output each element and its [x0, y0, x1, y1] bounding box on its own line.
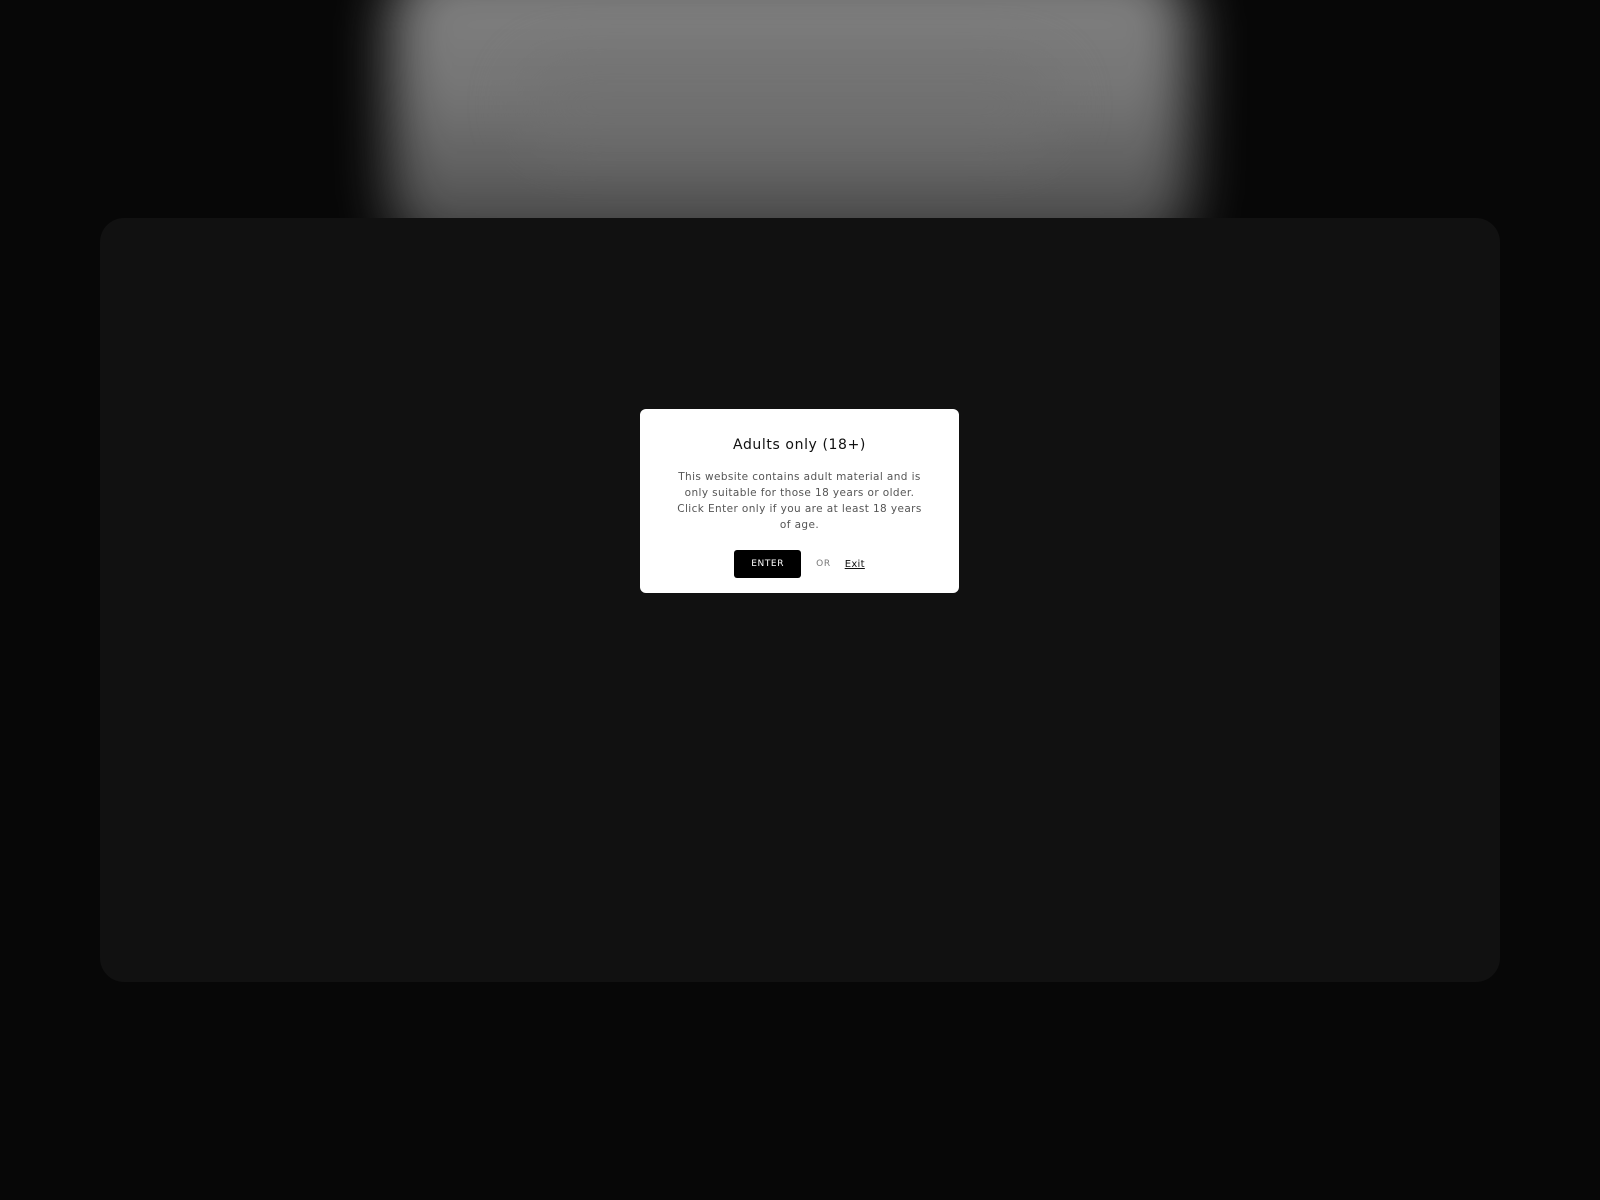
- content-panel-overlay: [100, 218, 1500, 982]
- or-separator: OR: [816, 559, 831, 569]
- age-verification-modal: Adults only (18+) This website contains …: [640, 409, 959, 593]
- modal-actions: ENTER OR Exit: [670, 550, 929, 578]
- blurred-hero-shade: [520, 60, 1060, 150]
- modal-message: This website contains adult material and…: [677, 471, 922, 531]
- enter-button[interactable]: ENTER: [734, 550, 802, 578]
- modal-title: Adults only (18+): [733, 437, 866, 453]
- exit-link[interactable]: Exit: [845, 559, 865, 570]
- page: Adults only (18+) This website contains …: [0, 0, 1600, 1200]
